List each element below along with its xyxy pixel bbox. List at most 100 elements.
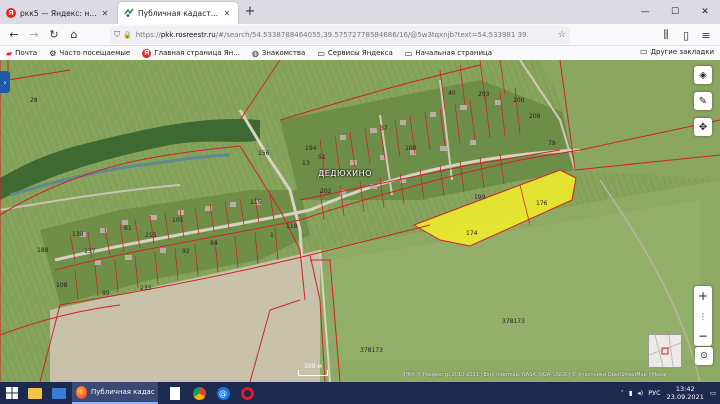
system-tray: ˄ ▮ ◂) РУС 13:42 23.09.2021 ▭ — [621, 382, 716, 404]
parcel-number-label[interactable]: 176 — [536, 200, 547, 207]
home-button[interactable]: ⌂ — [64, 26, 84, 44]
other-bookmarks-label: Другие закладки — [650, 47, 714, 56]
close-icon[interactable]: ✕ — [100, 9, 110, 18]
parcel-number-label[interactable]: 40 — [448, 90, 456, 97]
parcel-number-label[interactable]: 115 — [250, 199, 261, 206]
parcel-number-label[interactable]: 79 — [548, 140, 556, 147]
new-tab-button[interactable]: + — [242, 4, 258, 20]
layers-icon: ◈ — [699, 69, 707, 81]
fullscreen-button[interactable]: ⊙ — [695, 347, 713, 365]
locate-button[interactable]: ✥ — [694, 118, 712, 136]
bookmark-dating[interactable]: ◍ Знакомства — [252, 49, 305, 58]
other-bookmarks[interactable]: ▭ Другие закладки — [640, 47, 714, 56]
close-icon[interactable]: ✕ — [222, 9, 232, 18]
more-dots-icon: ⋮ — [699, 311, 707, 321]
parcel-number-label[interactable]: 92 — [182, 248, 190, 255]
parcel-number-label[interactable]: 1 — [270, 232, 274, 239]
parcel-number-label[interactable]: 194 — [305, 145, 316, 152]
zoom-in-button[interactable]: + — [694, 286, 712, 306]
navigation-bar: ← → ↻ ⌂ ⛉ 🔒 https://pkk.rosreestr.ru/#/s… — [0, 24, 720, 46]
measure-button[interactable]: ✎ — [694, 92, 712, 110]
taskbar-opera[interactable] — [236, 382, 258, 404]
parcel-number-label[interactable]: 28 — [30, 97, 38, 104]
taskbar-media[interactable] — [48, 382, 70, 404]
home-icon: ⌂ — [70, 28, 78, 41]
parcel-number-label[interactable]: 100 — [405, 145, 416, 152]
bookmark-start-page[interactable]: ▭ Начальная страница — [405, 49, 492, 58]
parcel-number-label[interactable]: 209 — [529, 113, 540, 120]
zoom-control: + ⋮ − — [694, 286, 712, 346]
parcel-number-label[interactable]: 188 — [37, 247, 48, 254]
parcel-number-label[interactable]: 51 — [318, 154, 326, 161]
minimize-button[interactable]: — — [630, 0, 660, 24]
chevron-up-icon[interactable]: ˄ — [621, 389, 624, 397]
url-domain: pkk.rosreestr.ru — [160, 31, 216, 39]
tab-cadastral-map[interactable]: Публичная кадастровая карта ✕ — [118, 2, 238, 24]
parcel-number-label[interactable]: 84 — [210, 240, 218, 247]
parcel-number-label[interactable]: 138 — [72, 231, 83, 238]
parcel-number-label[interactable]: 215 — [145, 232, 156, 239]
taskbar-explorer[interactable] — [24, 382, 46, 404]
taskbar-window-title: Публичная кадаст... — [91, 388, 154, 396]
reload-button[interactable]: ↻ — [44, 26, 64, 44]
parcel-number-label[interactable]: 156 — [258, 150, 269, 157]
scale-label: 100 м — [304, 363, 322, 370]
parcel-number-label[interactable]: 108 — [56, 282, 67, 289]
library-button[interactable]: ⫼ — [656, 26, 676, 44]
parcel-number-label[interactable]: 203 — [478, 91, 489, 98]
parcel-number-label[interactable]: 199 — [474, 194, 485, 201]
panel-toggle-button[interactable]: › — [0, 71, 10, 93]
notifications-icon[interactable]: ▭ — [710, 389, 716, 397]
back-button[interactable]: ← — [4, 26, 24, 44]
bookmark-folder-icon: ▰ — [6, 48, 13, 58]
parcel-number-label[interactable]: 137 — [84, 248, 95, 255]
zoom-levels-button[interactable]: ⋮ — [694, 306, 712, 326]
layers-button[interactable]: ◈ — [694, 66, 712, 84]
language-indicator[interactable]: РУС — [648, 389, 660, 397]
chevron-right-icon: › — [3, 77, 7, 87]
parcel-number-label[interactable]: 99 — [102, 290, 110, 297]
parcel-number-label[interactable]: 202 — [320, 188, 331, 195]
parcel-number-label[interactable]: 378173 — [360, 347, 383, 354]
parcel-number-label[interactable]: 105 — [172, 217, 183, 224]
network-icon[interactable]: ▮ — [629, 389, 633, 397]
yandex-icon: Я — [6, 8, 16, 18]
bookmark-mail[interactable]: ▰ Почта — [6, 49, 37, 58]
parcel-number-label[interactable]: 200 — [513, 97, 524, 104]
parcel-number-label[interactable]: 61 — [124, 225, 132, 232]
forward-button[interactable]: → — [24, 26, 44, 44]
toolbar-right: ⫼ ▯ ≡ — [656, 26, 716, 44]
parcel-number-label[interactable]: 378173 — [502, 318, 525, 325]
parcel-number-label[interactable]: 37 — [380, 125, 388, 132]
zoom-out-button[interactable]: − — [694, 326, 712, 346]
taskbar-firefox-window[interactable]: Публичная кадаст... — [72, 382, 158, 404]
tab-title: Публичная кадастровая карта — [138, 8, 222, 18]
parcel-number-label[interactable]: 233 — [140, 285, 151, 292]
cadastral-map[interactable]: 28 156 203 202 199 79 176 174 209 13 51 138 188 108 99… — [0, 60, 720, 382]
plus-icon: + — [697, 289, 709, 303]
taskbar-chrome[interactable] — [188, 382, 210, 404]
parcel-number-label[interactable]: 13 — [302, 160, 310, 167]
star-icon[interactable]: ☆ — [558, 30, 566, 40]
tab-yandex-search[interactable]: Я ркк5 — Яндекс: нашлось 16 м ✕ — [0, 2, 116, 24]
overview-minimap[interactable] — [648, 334, 682, 368]
parcel-number-label[interactable]: 118 — [286, 223, 297, 230]
parcel-number-label[interactable]: 174 — [466, 230, 477, 237]
close-window-button[interactable]: ✕ — [690, 0, 720, 24]
start-button[interactable] — [0, 382, 24, 404]
bookmark-yandex-home[interactable]: Я Главная страница Ян... — [142, 48, 240, 58]
sidebar-button[interactable]: ▯ — [676, 26, 696, 44]
menu-button[interactable]: ≡ — [696, 26, 716, 44]
folder-icon: ▭ — [640, 47, 648, 56]
taskbar-document[interactable] — [164, 382, 186, 404]
maximize-button[interactable]: ☐ — [660, 0, 690, 24]
chrome-icon — [192, 386, 206, 400]
volume-icon[interactable]: ◂) — [637, 389, 643, 397]
satellite-imagery — [0, 60, 720, 382]
address-bar[interactable]: ⛉ 🔒 https://pkk.rosreestr.ru/#/search/54… — [110, 26, 570, 44]
bookmark-yandex-services[interactable]: ▭ Сервисы Яндекса — [317, 49, 392, 58]
clock[interactable]: 13:42 23.09.2021 — [667, 385, 704, 401]
mail-icon: @ — [216, 386, 230, 400]
taskbar-mail[interactable]: @ — [212, 382, 234, 404]
bookmark-frequent[interactable]: ⚙ Часто посещаемые — [49, 49, 130, 58]
